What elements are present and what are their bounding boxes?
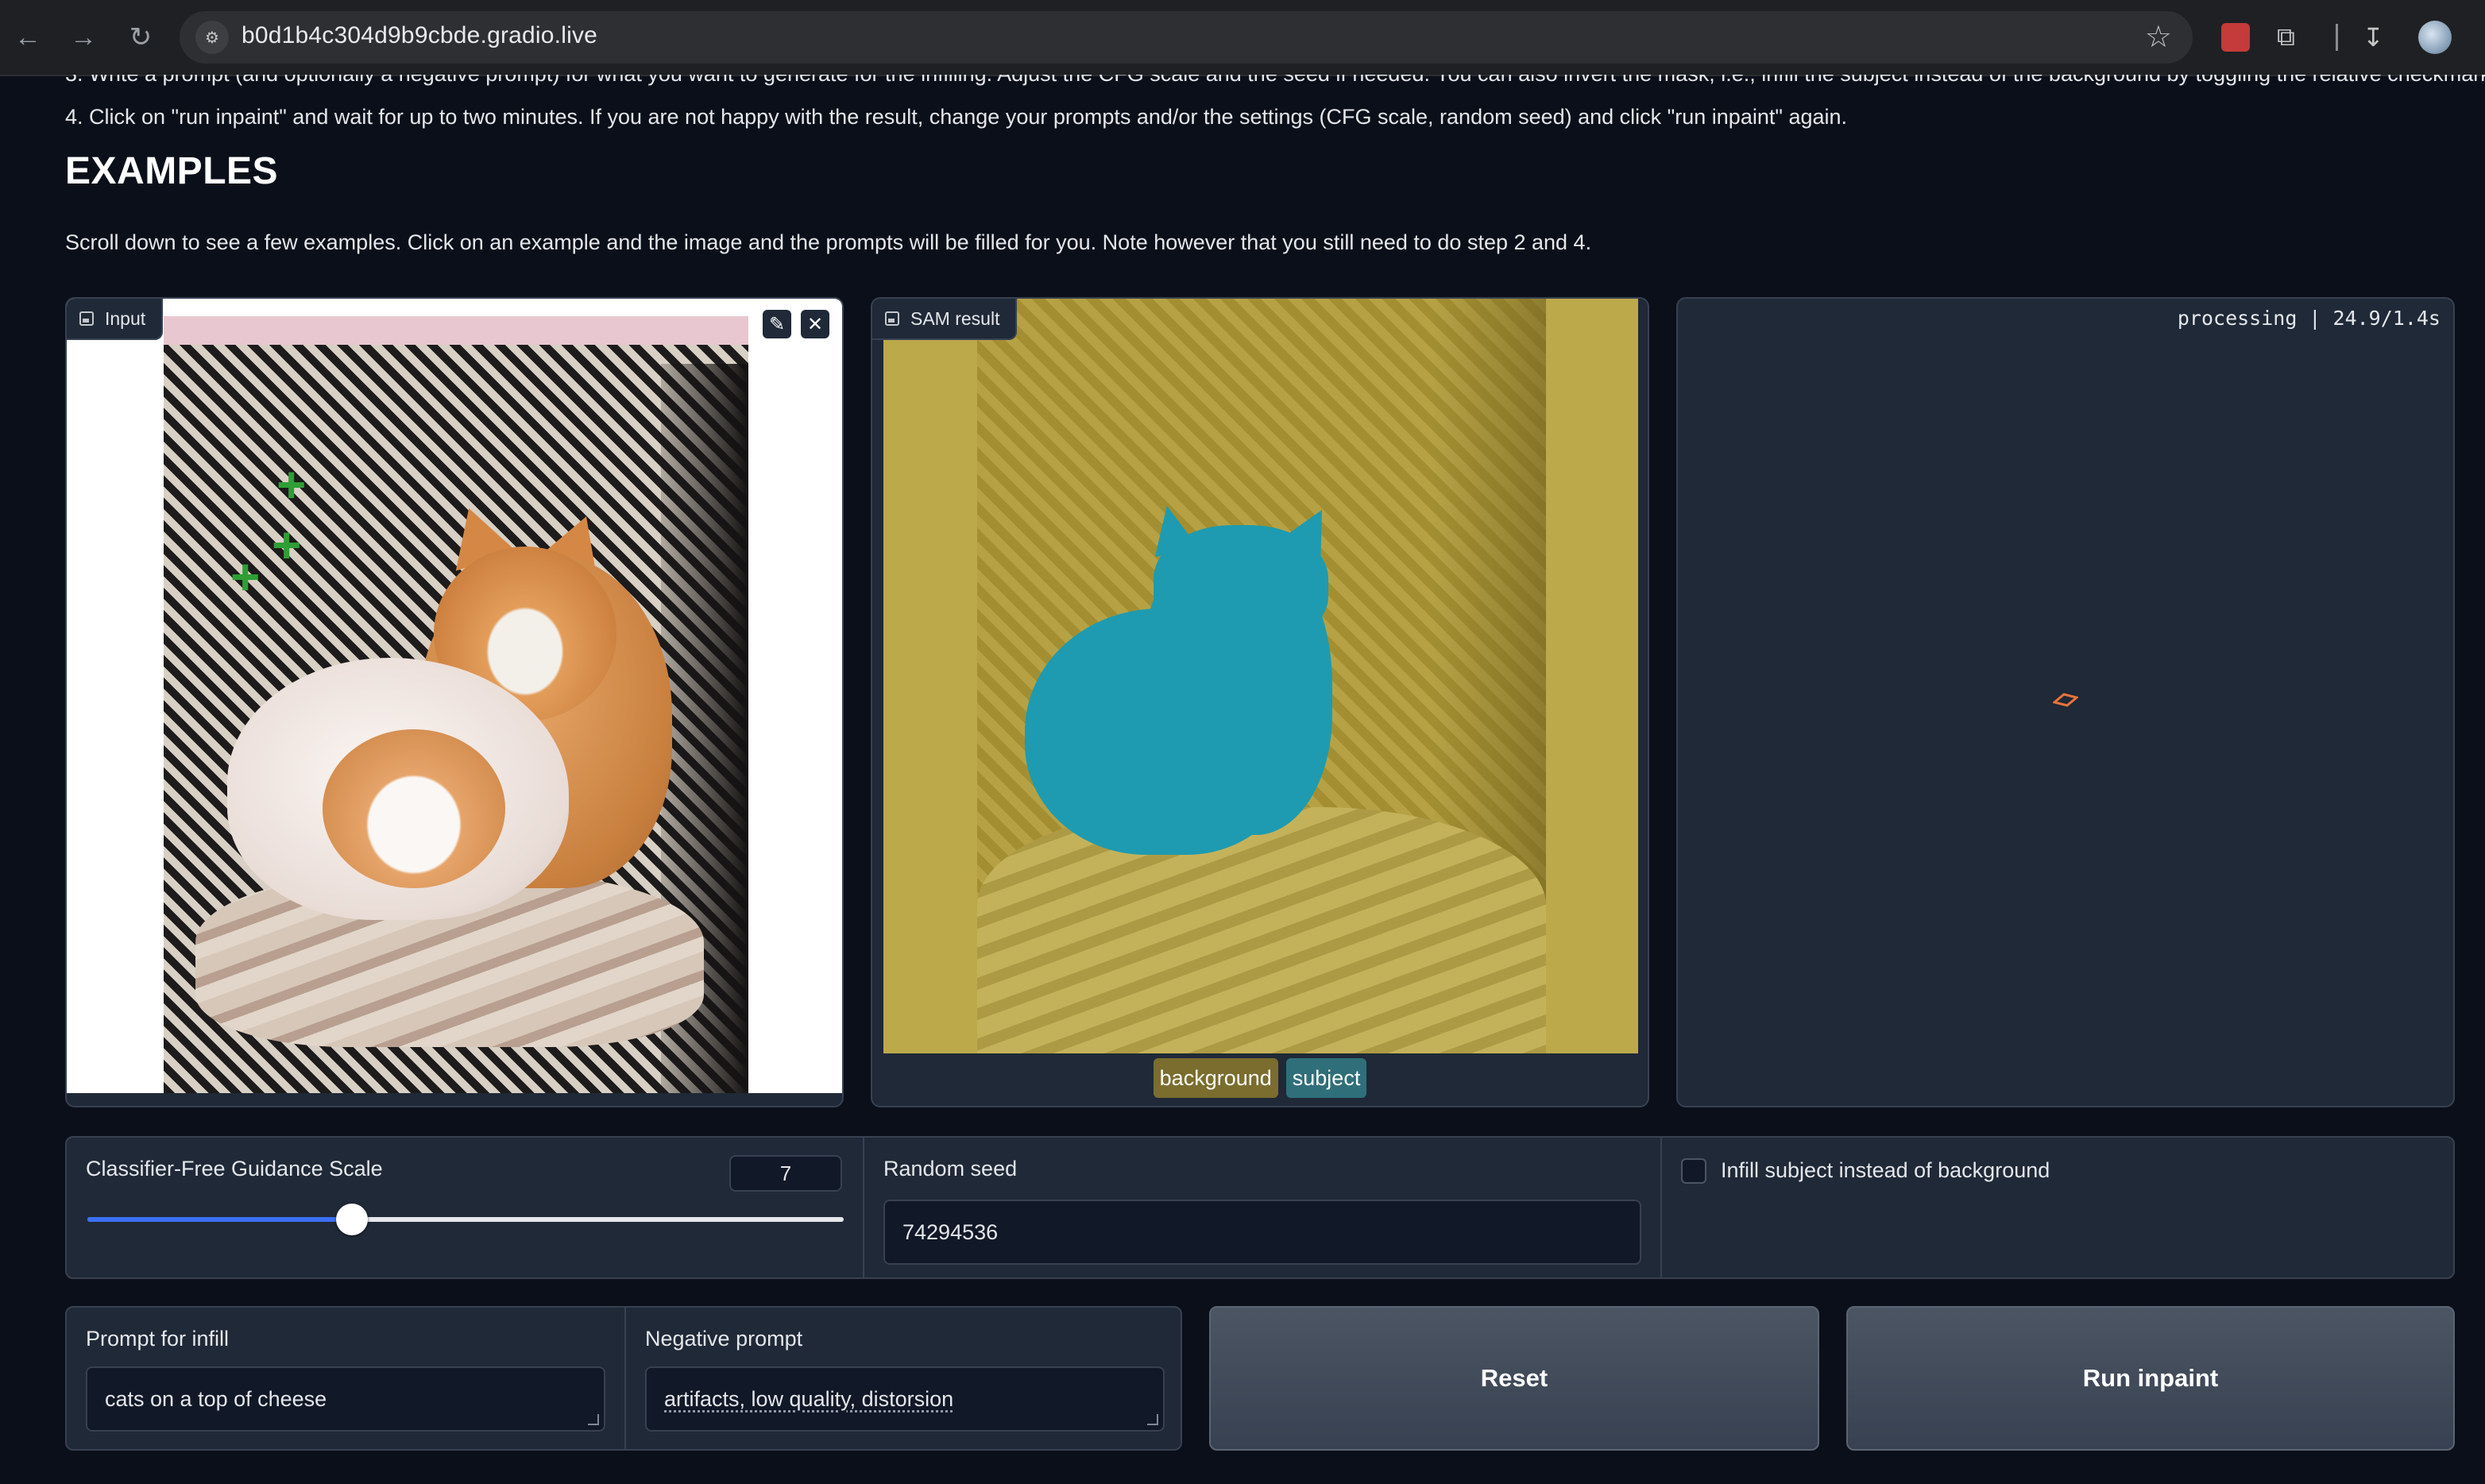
clear-image-button[interactable]: ✕ <box>801 310 829 338</box>
profile-avatar[interactable] <box>2418 19 2452 56</box>
random-seed-control: Random seed 74294536 <box>864 1138 1660 1277</box>
url-text: b0d1b4c304d9b9cbde.gradio.live <box>242 22 598 48</box>
subject-mask <box>1145 500 1199 558</box>
infill-subject-checkbox[interactable] <box>1681 1158 1706 1184</box>
random-seed-input[interactable]: 74294536 <box>883 1200 1641 1265</box>
reload-button[interactable]: ↻ <box>122 19 159 56</box>
processing-status: processing | 24.9/1.4s <box>2177 307 2441 330</box>
image-icon <box>79 311 94 326</box>
settings-row: Classifier-Free Guidance Scale 7 Random … <box>65 1136 2455 1279</box>
edit-image-button[interactable]: ✎ <box>763 310 791 338</box>
negative-prompt-value: artifacts, low quality, distorsion <box>664 1386 954 1411</box>
sam-label-text: SAM result <box>910 307 1000 329</box>
infill-prompt-control: Prompt for infill cats on a top of chees… <box>67 1308 624 1447</box>
extensions-puzzle-icon[interactable]: ⧉ <box>2277 19 2295 56</box>
cfg-slider-fill <box>87 1217 353 1222</box>
negative-prompt-textarea[interactable]: artifacts, low quality, distorsion <box>645 1366 1165 1432</box>
cfg-scale-control: Classifier-Free Guidance Scale 7 <box>67 1138 863 1277</box>
legend-background[interactable]: background <box>1153 1058 1278 1098</box>
infill-prompt-label: Prompt for infill <box>86 1327 230 1351</box>
sam-legend: background subject <box>872 1058 1648 1098</box>
output-panel: processing | 24.9/1.4s <box>1676 297 2455 1107</box>
input-label-text: Input <box>105 307 146 329</box>
point-marker-icon: + <box>272 516 302 574</box>
sam-blanket-region <box>977 807 1546 1053</box>
sam-panel-label: SAM result <box>872 299 1018 340</box>
prompts-row: Prompt for infill cats on a top of chees… <box>65 1306 1182 1451</box>
infill-subject-label[interactable]: Infill subject instead of background <box>1721 1158 2050 1183</box>
close-icon: ✕ <box>806 313 824 335</box>
arrow-left-icon: ← <box>14 21 41 52</box>
sam-result-panel: SAM result background subject <box>871 297 1649 1107</box>
extension-red-icon[interactable] <box>2221 19 2250 56</box>
input-image-panel[interactable]: Input ✎ ✕ + + + <box>65 297 844 1107</box>
cfg-slider-thumb[interactable] <box>336 1204 369 1235</box>
forward-button[interactable]: → <box>65 19 102 56</box>
run-inpaint-button[interactable]: Run inpaint <box>1846 1306 2455 1451</box>
resize-handle-icon[interactable] <box>588 1414 599 1425</box>
sam-segmentation-image <box>883 299 1638 1053</box>
negative-prompt-control: Negative prompt artifacts, low quality, … <box>626 1308 1181 1447</box>
examples-description: Scroll down to see a few examples. Click… <box>65 230 1592 254</box>
point-marker-icon: + <box>276 456 307 513</box>
toolbar-separator <box>2336 24 2338 51</box>
cfg-scale-label: Classifier-Free Guidance Scale <box>86 1157 383 1181</box>
reload-icon: ↻ <box>129 22 153 52</box>
infill-prompt-textarea[interactable]: cats on a top of cheese <box>86 1366 605 1432</box>
infill-subject-control: Infill subject instead of background <box>1662 1138 2453 1277</box>
point-marker-icon: + <box>230 548 261 605</box>
site-info-icon[interactable]: ⚙ <box>195 21 229 54</box>
address-bar[interactable]: ⚙ b0d1b4c304d9b9cbde.gradio.live ☆ <box>180 11 2193 64</box>
image-icon <box>885 311 899 326</box>
white-cat-head <box>323 729 505 888</box>
legend-subject[interactable]: subject <box>1285 1058 1367 1098</box>
random-seed-label: Random seed <box>883 1157 1018 1181</box>
negative-prompt-label: Negative prompt <box>645 1327 803 1351</box>
reset-button[interactable]: Reset <box>1209 1306 1819 1451</box>
loading-spinner-icon <box>2053 693 2078 707</box>
bookmark-star-icon[interactable]: ☆ <box>2145 19 2172 55</box>
cfg-scale-number-input[interactable]: 7 <box>729 1155 842 1192</box>
resize-handle-icon[interactable] <box>1147 1414 1158 1425</box>
back-button[interactable]: ← <box>10 19 46 56</box>
cfg-scale-slider[interactable] <box>87 1204 844 1235</box>
arrow-right-icon: → <box>70 21 97 52</box>
input-panel-label: Input <box>67 299 164 340</box>
browser-toolbar: ← → ↻ ⚙ b0d1b4c304d9b9cbde.gradio.live ☆… <box>0 0 2485 76</box>
infill-prompt-value: cats on a top of cheese <box>105 1386 327 1411</box>
instruction-step-4: 4. Click on "run inpaint" and wait for u… <box>65 105 1848 129</box>
input-photo-cats[interactable]: + + + <box>164 316 748 1093</box>
download-icon[interactable]: ↧ <box>2363 19 2384 56</box>
input-canvas[interactable]: + + + <box>67 299 842 1093</box>
examples-heading: EXAMPLES <box>65 150 279 192</box>
pencil-icon: ✎ <box>768 313 786 335</box>
